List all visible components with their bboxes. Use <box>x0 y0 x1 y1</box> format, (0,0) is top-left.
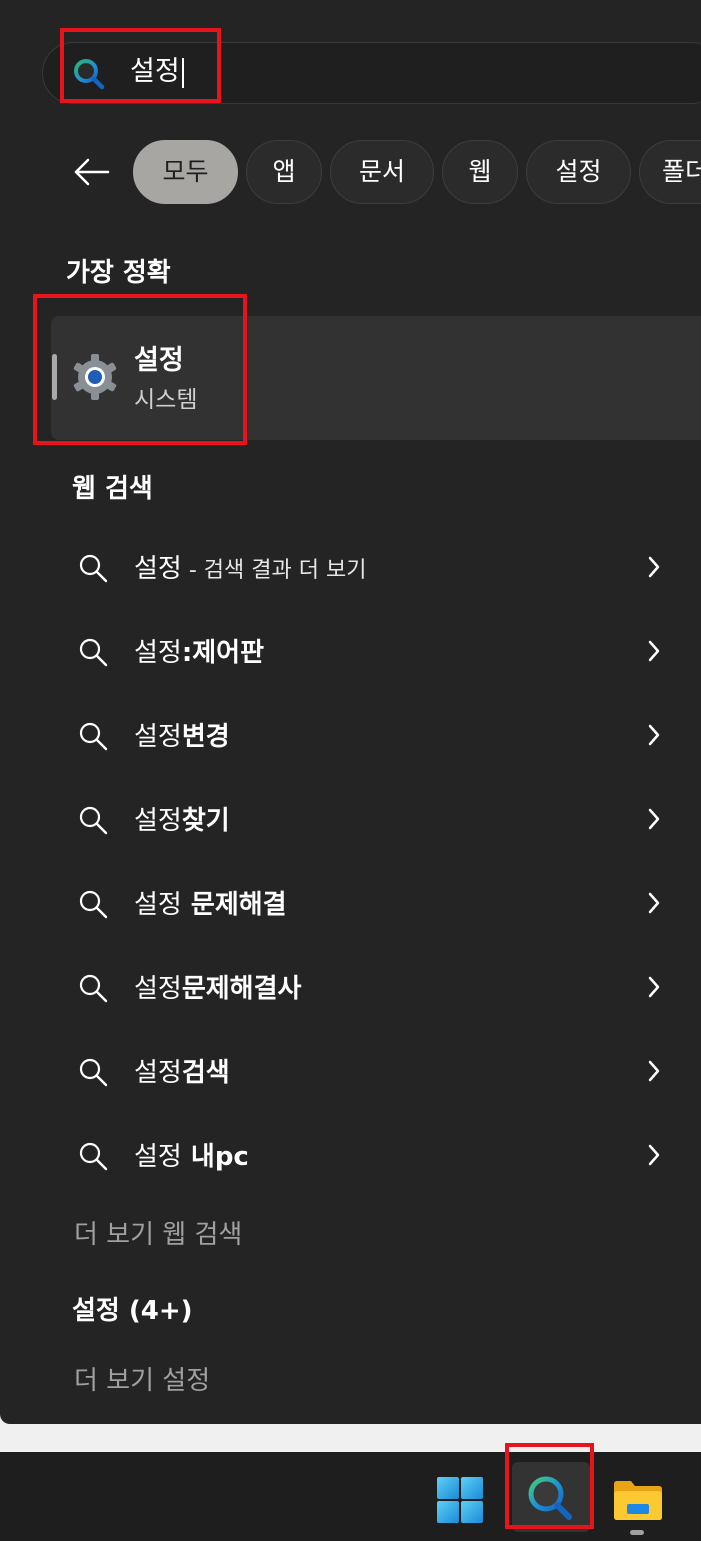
more-web-search-link[interactable]: 더 보기 웹 검색 <box>74 1214 242 1251</box>
web-result-label: 설정:제어판 <box>134 638 265 668</box>
search-icon <box>79 1058 108 1087</box>
web-result-row[interactable]: 설정:제어판 <box>51 610 701 694</box>
web-result-row[interactable]: 설정변경 <box>51 694 701 778</box>
best-match-heading: 가장 정확 <box>66 258 171 288</box>
web-result-row[interactable]: 설정찾기 <box>51 778 701 862</box>
highlight-search-box <box>60 28 221 103</box>
web-result-label: 설정변경 <box>134 722 230 752</box>
chevron-right-icon <box>648 556 660 578</box>
web-result-label: 설정찾기 <box>134 806 230 836</box>
windows-start-icon[interactable] <box>436 1476 484 1524</box>
search-icon <box>79 974 108 1003</box>
search-icon <box>79 806 108 835</box>
filter-chip-documents[interactable]: 문서 <box>330 140 434 204</box>
filter-chip-web[interactable]: 웹 <box>442 140 518 204</box>
back-arrow-icon[interactable] <box>68 148 116 196</box>
chevron-right-icon <box>648 808 660 830</box>
running-indicator <box>630 1530 644 1535</box>
highlight-best-match <box>33 294 247 445</box>
chevron-right-icon <box>648 976 660 998</box>
web-result-row[interactable]: 설정검색 <box>51 1030 701 1114</box>
highlight-taskbar-search <box>505 1443 594 1529</box>
taskbar <box>0 1452 701 1541</box>
search-icon <box>79 890 108 919</box>
chevron-right-icon <box>648 640 660 662</box>
chevron-right-icon <box>648 1060 660 1082</box>
filter-chip-all[interactable]: 모두 <box>133 140 238 204</box>
search-panel: 설정 모두 앱 문서 웹 설정 폴더 가장 정확 설정 시스템 웹 검색 설정 … <box>0 0 701 1424</box>
filter-chip-settings[interactable]: 설정 <box>526 140 631 204</box>
web-result-label: 설정문제해결사 <box>134 974 302 1004</box>
web-result-label: 설정 - 검색 결과 더 보기 <box>134 554 367 584</box>
web-search-heading: 웹 검색 <box>72 474 153 504</box>
filter-chip-apps[interactable]: 앱 <box>246 140 322 204</box>
web-result-row[interactable]: 설정 문제해결 <box>51 862 701 946</box>
web-result-label: 설정 내pc <box>134 1142 249 1172</box>
chevron-right-icon <box>648 724 660 746</box>
file-explorer-icon[interactable] <box>612 1478 664 1522</box>
chevron-right-icon <box>648 1144 660 1166</box>
more-settings-link[interactable]: 더 보기 설정 <box>74 1360 210 1397</box>
web-result-label: 설정 문제해결 <box>134 890 287 920</box>
web-result-row[interactable]: 설정 - 검색 결과 더 보기 <box>51 526 701 610</box>
search-icon <box>79 722 108 751</box>
chevron-right-icon <box>648 892 660 914</box>
search-icon <box>79 638 108 667</box>
web-result-row[interactable]: 설정문제해결사 <box>51 946 701 1030</box>
settings-section-heading: 설정 (4+) <box>72 1296 193 1326</box>
web-result-row[interactable]: 설정 내pc <box>51 1114 701 1198</box>
search-icon <box>79 554 108 583</box>
search-icon <box>79 1142 108 1171</box>
web-result-label: 설정검색 <box>134 1058 230 1088</box>
filter-chip-folders[interactable]: 폴더 <box>639 140 701 204</box>
